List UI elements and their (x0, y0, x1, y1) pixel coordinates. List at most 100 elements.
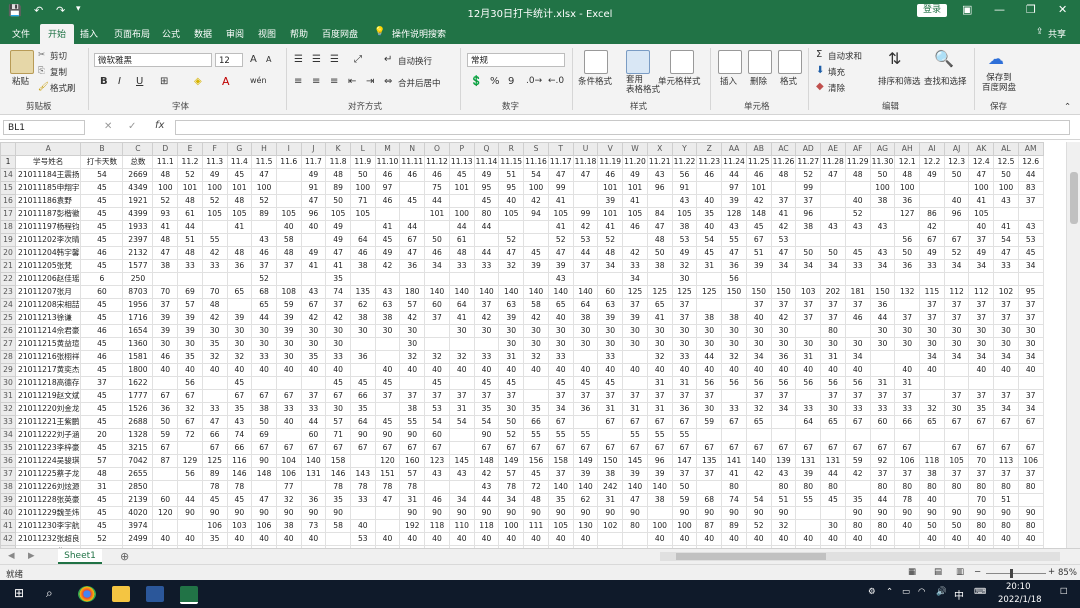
format-as-table-button[interactable]: 套用 表格格式 (626, 75, 660, 95)
cell[interactable]: 39 (152, 324, 179, 338)
column-header[interactable]: AJ (943, 142, 970, 156)
column-header[interactable]: O (424, 142, 450, 156)
cell[interactable]: 40 (349, 519, 376, 533)
cell[interactable]: 100 (152, 181, 179, 195)
cell[interactable]: 30 (399, 324, 426, 338)
header-cell[interactable]: 11.18 (572, 155, 599, 169)
cell[interactable]: 36 (226, 259, 253, 273)
cell[interactable] (152, 376, 179, 390)
cell[interactable] (844, 181, 871, 195)
cell[interactable]: 45 (745, 220, 772, 234)
cell[interactable]: 37 (448, 389, 475, 403)
cell[interactable]: 1716 (122, 311, 154, 325)
cell[interactable]: 80 (993, 519, 1019, 533)
cell[interactable] (770, 415, 797, 429)
delete-cells-icon[interactable] (748, 50, 772, 74)
cell[interactable]: 49 (201, 168, 228, 182)
cell[interactable]: 37 (770, 194, 797, 208)
cell[interactable] (325, 532, 351, 546)
cell[interactable]: 46 (424, 168, 450, 182)
cell[interactable]: 36 (572, 402, 599, 416)
decrease-decimal-icon[interactable]: ←.0 (548, 76, 564, 86)
search-icon[interactable]: ⌕ (46, 586, 53, 601)
header-cell[interactable]: 11.4 (226, 155, 253, 169)
cell[interactable]: 106 (251, 519, 277, 533)
cell[interactable]: 45 (374, 376, 401, 390)
cell[interactable]: 47 (152, 246, 179, 260)
fill-icon[interactable]: ⬇ (816, 65, 824, 76)
italic-button[interactable]: I (118, 76, 121, 87)
cell[interactable]: 37 (572, 259, 599, 273)
cell[interactable]: 40 (671, 532, 698, 546)
cell[interactable]: 67 (993, 441, 1019, 455)
cell[interactable]: 90 (745, 506, 772, 520)
cell[interactable]: 21011205张梵 (14, 259, 82, 273)
cell[interactable]: 80 (770, 480, 797, 494)
cell[interactable]: 40 (943, 194, 970, 208)
cell[interactable]: 42 (325, 311, 351, 325)
cell[interactable]: 30 (721, 337, 747, 351)
header-cell[interactable]: 12.2 (919, 155, 945, 169)
cell[interactable]: 40 (152, 363, 179, 377)
cell[interactable]: 34 (597, 259, 624, 273)
cell[interactable]: 41 (646, 311, 673, 325)
cell[interactable]: 49 (300, 168, 327, 182)
cell[interactable]: 78 (201, 480, 228, 494)
cell[interactable]: 64 (349, 233, 376, 247)
cell[interactable] (622, 532, 648, 546)
cell[interactable]: 40 (721, 532, 747, 546)
cell[interactable]: 140 (473, 285, 500, 299)
cell[interactable]: 49 (622, 168, 648, 182)
cell[interactable]: 37 (795, 311, 822, 325)
cell[interactable]: 34 (795, 259, 822, 273)
cell[interactable]: 35 (696, 207, 723, 221)
cell[interactable]: 43 (671, 194, 698, 208)
cell[interactable]: 42 (374, 259, 401, 273)
cell[interactable] (251, 376, 277, 390)
cell[interactable]: 90 (1017, 506, 1044, 520)
paste-icon[interactable] (10, 50, 34, 74)
cell[interactable]: 53 (1017, 233, 1044, 247)
cell[interactable]: 42 (300, 311, 327, 325)
cell[interactable]: 130 (572, 519, 599, 533)
column-header[interactable]: I (275, 142, 302, 156)
cell[interactable]: 35 (325, 493, 351, 507)
column-header[interactable]: D (152, 142, 179, 156)
cell[interactable]: 37 (424, 311, 450, 325)
cell[interactable]: 106 (275, 467, 302, 481)
cell[interactable]: 43 (424, 467, 450, 481)
cell[interactable]: 34 (424, 259, 450, 273)
wifi-icon[interactable]: ◠ (918, 587, 925, 597)
cell[interactable]: 39 (152, 311, 179, 325)
cell[interactable]: 35 (201, 532, 228, 546)
cell[interactable]: 40 (597, 363, 624, 377)
cell[interactable]: 2688 (122, 415, 154, 429)
cell[interactable]: 52 (547, 233, 574, 247)
cell[interactable] (597, 428, 624, 442)
cell[interactable] (152, 519, 179, 533)
cell[interactable]: 48 (226, 246, 253, 260)
cell[interactable]: 47 (251, 493, 277, 507)
cell[interactable]: 20 (80, 428, 124, 442)
row-header[interactable]: 25 (0, 311, 16, 325)
cell[interactable]: 105 (547, 207, 574, 221)
cell[interactable] (943, 272, 970, 286)
share-button[interactable]: 共享 (1048, 27, 1066, 40)
font-color-icon[interactable]: A (222, 75, 230, 88)
cell[interactable]: 67 (498, 441, 525, 455)
row-header[interactable]: 26 (0, 324, 16, 338)
cell[interactable]: 42 (572, 220, 599, 234)
cell[interactable] (622, 350, 648, 364)
cell[interactable]: 38 (152, 259, 179, 273)
cell[interactable]: 40 (498, 363, 525, 377)
cell[interactable] (374, 350, 401, 364)
cell[interactable]: 31 (671, 376, 698, 390)
cell[interactable]: 64 (795, 415, 822, 429)
cell[interactable]: 105 (498, 207, 525, 221)
cell[interactable] (646, 506, 673, 520)
cell[interactable]: 21011187彭楷徽 (14, 207, 82, 221)
cell[interactable]: 90 (943, 506, 970, 520)
cell[interactable]: 46 (251, 246, 277, 260)
cell[interactable]: 95 (498, 181, 525, 195)
cell[interactable]: 30 (473, 324, 500, 338)
